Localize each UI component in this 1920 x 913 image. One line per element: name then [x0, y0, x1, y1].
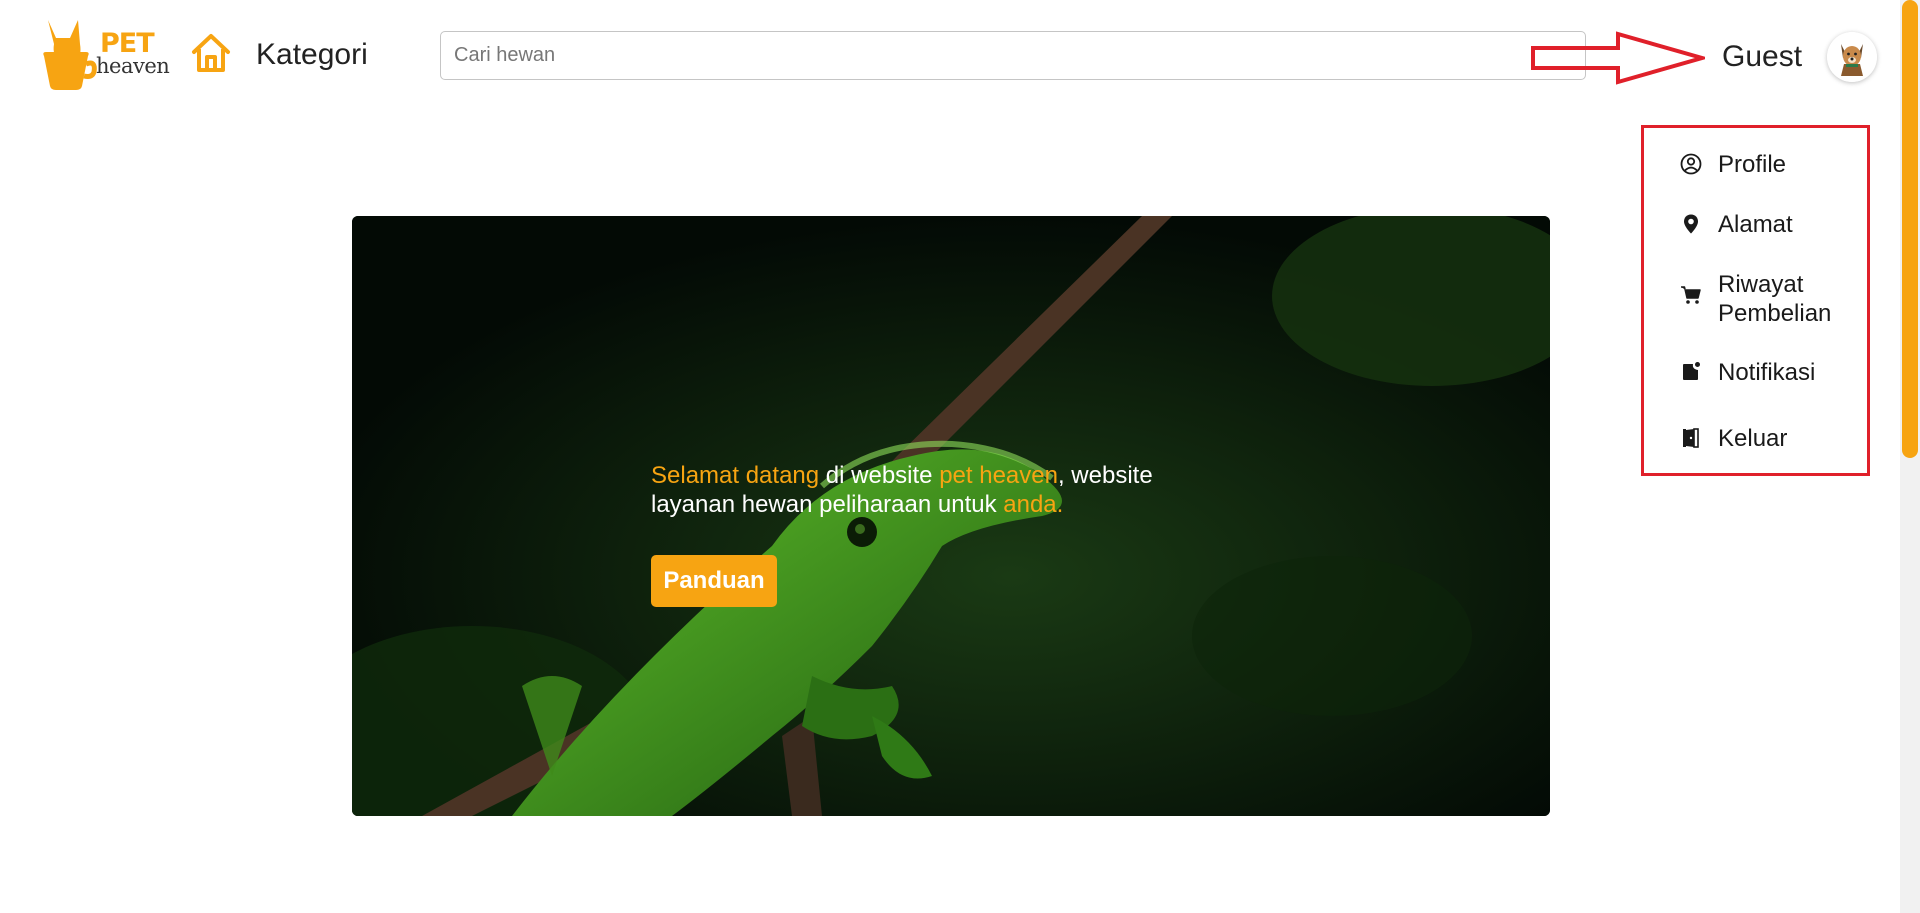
- user-circle-icon: [1680, 153, 1702, 175]
- search-input[interactable]: [441, 32, 1585, 79]
- menu-item-profile[interactable]: Profile: [1680, 150, 1786, 179]
- menu-item-riwayat-pembelian[interactable]: Riwayat Pembelian: [1680, 270, 1848, 328]
- search-box: [440, 31, 1586, 80]
- cat-logo-icon: [43, 20, 97, 90]
- hero-banner: Selamat datang di website pet heaven, we…: [352, 216, 1550, 816]
- hero-welcome-text: Selamat datang di website pet heaven, we…: [651, 461, 1211, 519]
- menu-item-label: Keluar: [1718, 425, 1788, 452]
- hero-text-highlight: anda.: [1003, 491, 1064, 518]
- user-dropdown-menu: Profile Alamat Riwayat Pembelian Notifik…: [1641, 125, 1870, 476]
- menu-item-label: Alamat: [1718, 211, 1793, 238]
- menu-item-label: Notifikasi: [1718, 359, 1816, 386]
- annotation-arrow: [1531, 31, 1705, 85]
- menu-item-alamat[interactable]: Alamat: [1680, 210, 1793, 239]
- logo-text-bottom: heaven: [96, 54, 170, 78]
- hero-text-highlight: Selamat datang: [651, 462, 820, 489]
- location-pin-icon: [1684, 214, 1698, 234]
- exit-door-icon: [1683, 428, 1699, 448]
- dog-avatar-icon[interactable]: [1827, 32, 1877, 82]
- menu-item-keluar[interactable]: Keluar: [1680, 424, 1787, 453]
- menu-item-label: Riwayat Pembelian: [1718, 271, 1832, 327]
- notification-icon: [1683, 362, 1700, 380]
- cart-icon: [1681, 286, 1701, 304]
- kategori-link[interactable]: Kategori: [256, 38, 368, 72]
- pet-heaven-logo[interactable]: PET heaven: [38, 16, 170, 92]
- scrollbar-thumb[interactable]: [1902, 0, 1918, 458]
- panduan-button[interactable]: Panduan: [651, 555, 777, 607]
- menu-item-label: Profile: [1718, 151, 1787, 178]
- page-scrollbar[interactable]: [1900, 0, 1920, 913]
- hero-text-highlight: pet heaven: [939, 462, 1058, 489]
- header: PET heaven Kategori Guest: [0, 0, 1900, 110]
- hero-text-plain: di website: [819, 462, 940, 489]
- user-name-label[interactable]: Guest: [1722, 40, 1802, 74]
- home-icon[interactable]: [190, 32, 232, 74]
- menu-item-notifikasi[interactable]: Notifikasi: [1680, 358, 1815, 387]
